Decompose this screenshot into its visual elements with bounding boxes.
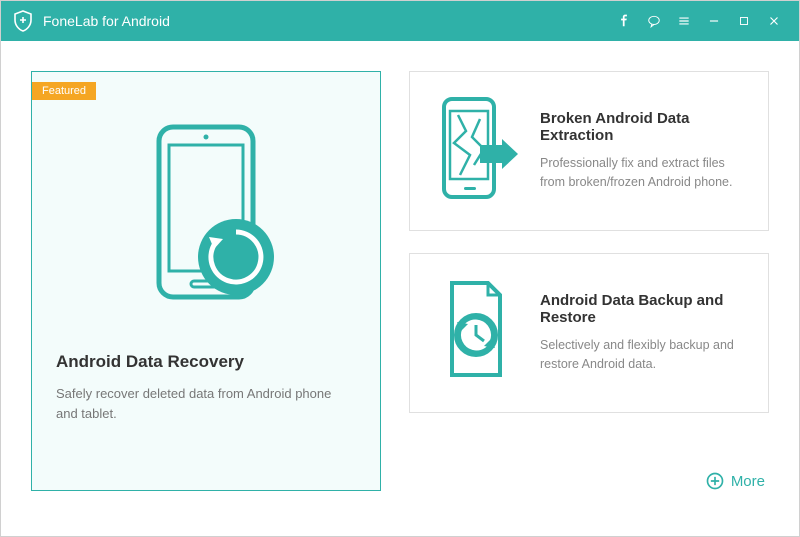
backup-title: Android Data Backup and Restore xyxy=(540,292,748,326)
app-title: FoneLab for Android xyxy=(43,13,170,29)
recovery-desc: Safely recover deleted data from Android… xyxy=(56,384,356,423)
menu-icon[interactable] xyxy=(669,1,699,41)
main-content: Featured Android Data Recovery Safely re… xyxy=(1,41,799,501)
backup-illustration-icon xyxy=(430,273,520,393)
backup-desc: Selectively and flexibly backup and rest… xyxy=(540,336,748,374)
card-backup-restore[interactable]: Android Data Backup and Restore Selectiv… xyxy=(409,253,769,413)
minimize-icon[interactable] xyxy=(699,1,729,41)
extraction-title: Broken Android Data Extraction xyxy=(540,110,748,144)
maximize-icon[interactable] xyxy=(729,1,759,41)
recovery-title: Android Data Recovery xyxy=(56,352,356,372)
close-icon[interactable] xyxy=(759,1,789,41)
extraction-desc: Professionally fix and extract files fro… xyxy=(540,154,748,192)
extraction-illustration-icon xyxy=(430,91,520,211)
recovery-illustration-icon xyxy=(32,102,380,332)
feedback-icon[interactable] xyxy=(639,1,669,41)
app-logo-icon xyxy=(11,9,35,33)
plus-circle-icon xyxy=(705,471,725,491)
card-android-data-recovery[interactable]: Featured Android Data Recovery Safely re… xyxy=(31,71,381,491)
facebook-icon[interactable] xyxy=(609,1,639,41)
more-label: More xyxy=(731,473,765,490)
more-button[interactable]: More xyxy=(409,471,769,491)
titlebar: FoneLab for Android xyxy=(1,1,799,41)
featured-badge: Featured xyxy=(32,82,96,100)
card-broken-extraction[interactable]: Broken Android Data Extraction Professio… xyxy=(409,71,769,231)
